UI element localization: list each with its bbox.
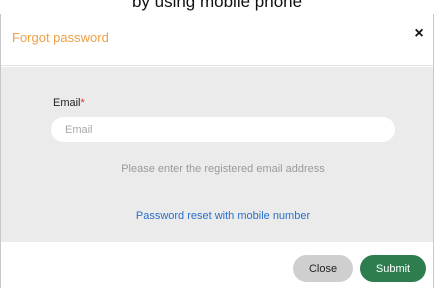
email-label: Email*	[53, 97, 85, 109]
dialog-title: Forgot password	[12, 30, 109, 45]
submit-button[interactable]: Submit	[360, 255, 426, 282]
dialog-footer: Close Submit	[1, 242, 433, 288]
close-button[interactable]: Close	[293, 255, 353, 282]
forgot-password-dialog: Forgot password × Email* Please enter th…	[0, 14, 434, 288]
mobile-reset-link[interactable]: Password reset with mobile number	[1, 210, 433, 222]
email-input[interactable]	[51, 117, 395, 142]
close-icon[interactable]: ×	[409, 24, 429, 44]
email-label-text: Email	[53, 97, 81, 109]
required-marker: *	[80, 97, 85, 109]
page: by using mobile phone Forgot password × …	[0, 0, 434, 288]
dialog-body: Email* Please enter the registered email…	[1, 67, 433, 242]
background-caption: by using mobile phone	[131, 0, 303, 11]
email-hint: Please enter the registered email addres…	[121, 163, 325, 175]
dialog-header: Forgot password ×	[1, 14, 433, 66]
